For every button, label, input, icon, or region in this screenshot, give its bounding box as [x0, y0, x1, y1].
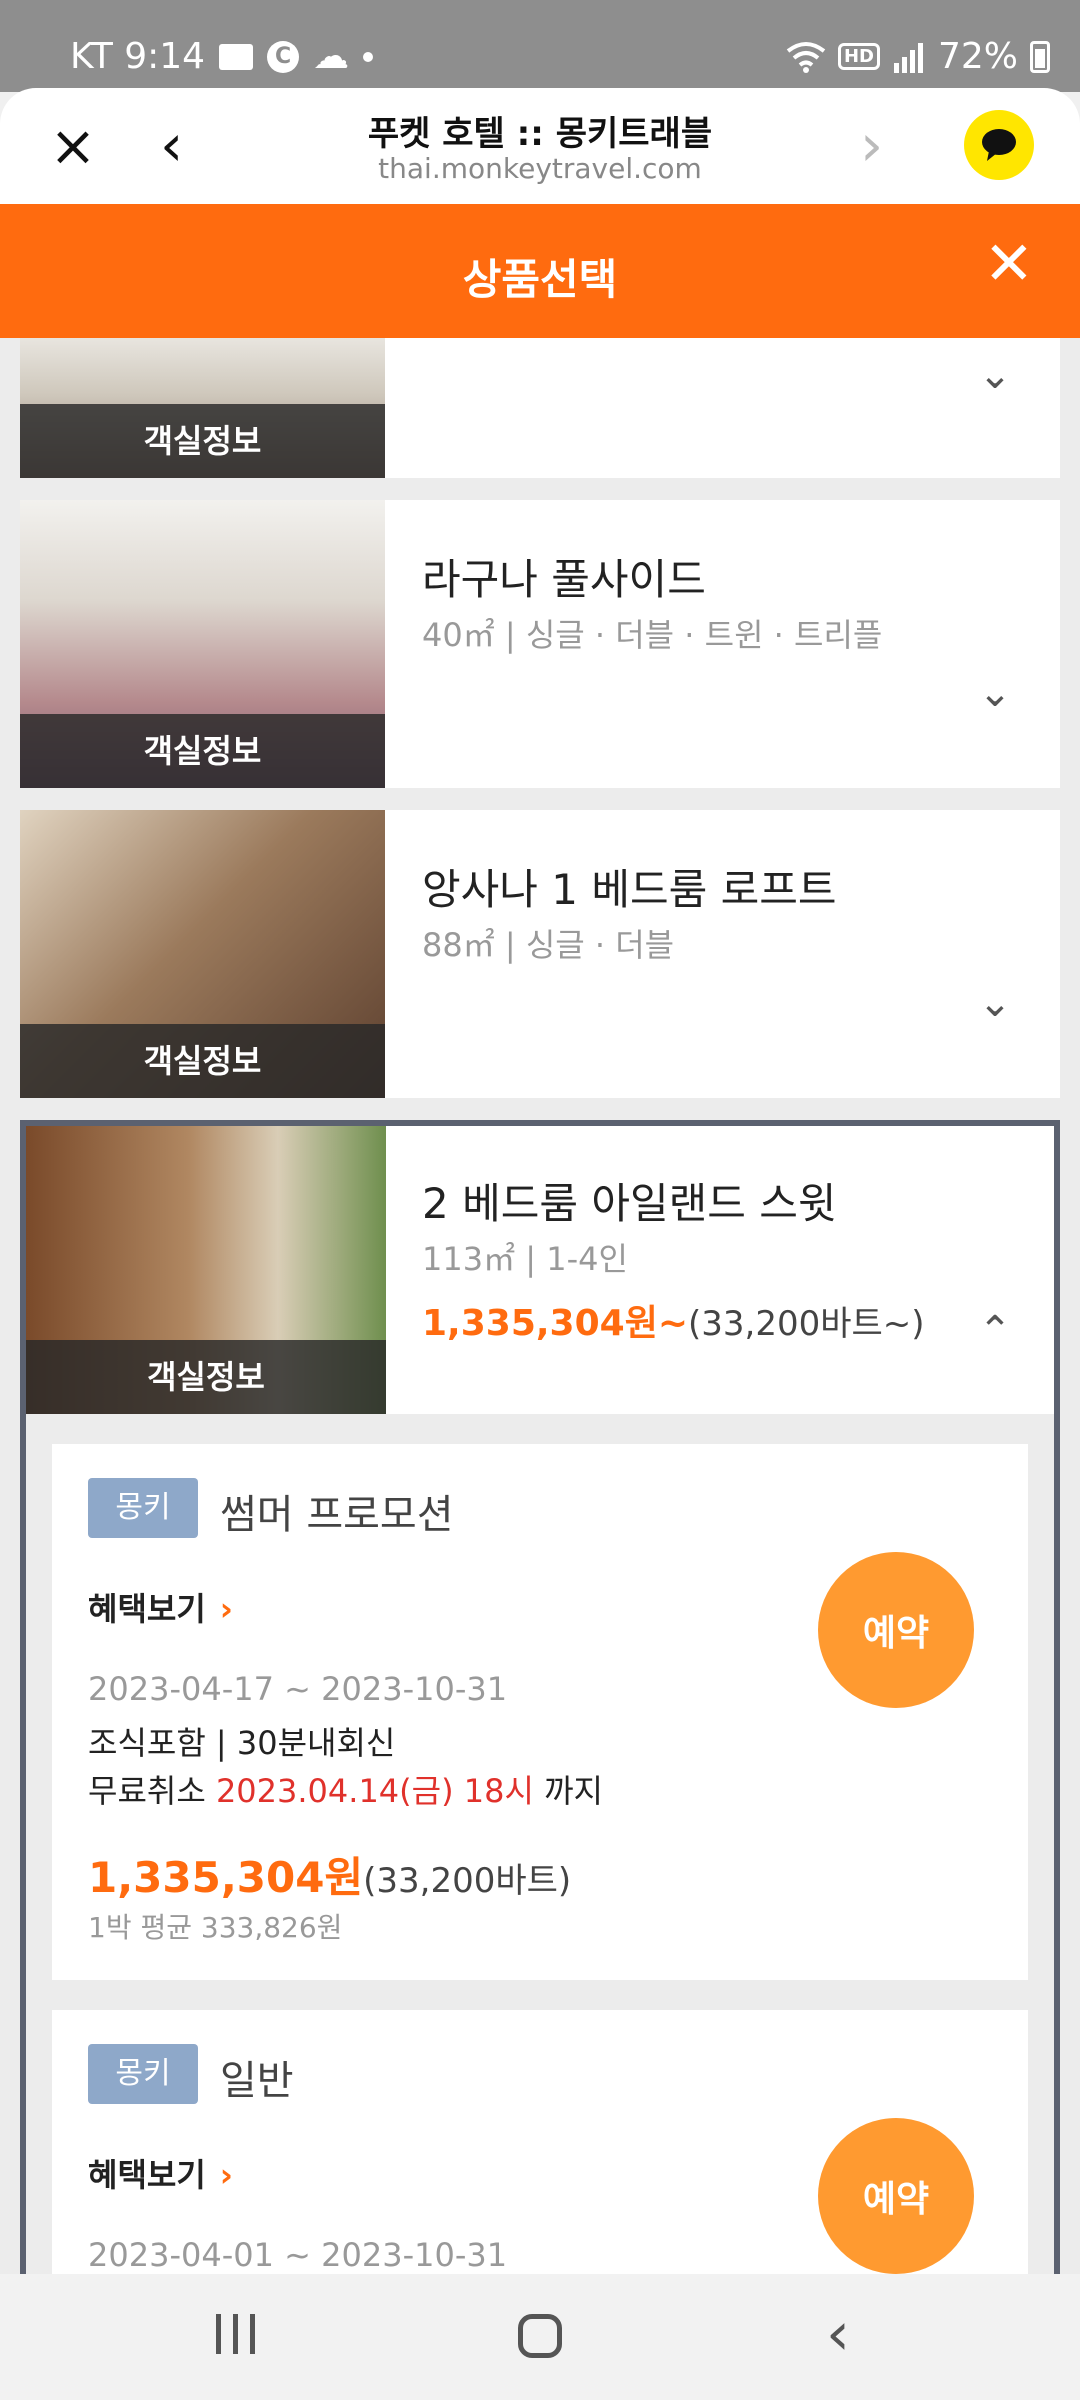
system-nav-bar: ‹ — [0, 2274, 1080, 2400]
room-thumbnail[interactable]: 객실정보 — [20, 500, 385, 788]
chevron-up-icon[interactable]: ⌃ — [970, 1308, 1020, 1358]
cancel-deadline: 2023.04.14(금) 18시 — [215, 1772, 534, 1810]
chevron-right-icon: › — [219, 2156, 233, 2194]
room-spec: 88㎡ | 싱글 · 더블 — [422, 926, 675, 964]
cancel-suffix: 까지 — [533, 1772, 603, 1810]
room-thumbnail[interactable]: 객실정보 — [20, 810, 385, 1098]
room-price: 1,335,304원~(33,200바트~) — [422, 1294, 925, 1346]
monkey-tag: 몽키 — [88, 1478, 198, 1538]
room-info-label[interactable]: 객실정보 — [20, 404, 385, 478]
recent-apps-icon[interactable] — [216, 2314, 255, 2354]
hd-icon: HD — [837, 43, 880, 70]
chevron-down-icon[interactable]: ⌄ — [970, 670, 1020, 720]
back-icon[interactable]: ‹ — [160, 116, 200, 174]
room-card-header[interactable]: 객실정보 2 베드룸 아일랜드 스윗 113㎡ | 1-4인 1,335,304… — [26, 1126, 1054, 1414]
rate-dates: 2023-04-01 ~ 2023-10-31 — [88, 2236, 508, 2274]
room-thumbnail[interactable]: 객실정보 — [26, 1126, 386, 1414]
monkey-tag: 몽키 — [88, 2044, 198, 2104]
room-name: 라구나 풀사이드 — [422, 555, 706, 604]
signal-icon — [893, 42, 923, 73]
reserve-button[interactable]: 예약 — [818, 1552, 974, 1708]
cloud-icon: ☁ — [313, 36, 350, 77]
close-icon[interactable]: ✕ — [984, 234, 1034, 294]
room-info-label[interactable]: 객실정보 — [20, 714, 385, 788]
rate-name: 일반 — [220, 2058, 294, 2104]
room-price-thb: (33,200바트~) — [687, 1304, 925, 1344]
page-url[interactable]: thai.monkeytravel.com — [280, 152, 800, 185]
gallery-icon — [219, 43, 254, 70]
room-name: 2 베드룸 아일랜드 스윗 — [422, 1179, 837, 1228]
expanded-room-card: 객실정보 2 베드룸 아일랜드 스윗 113㎡ | 1-4인 1,335,304… — [20, 1120, 1060, 2274]
dot-icon — [363, 51, 374, 62]
rate-price-krw: 1,335,304원 — [88, 1853, 364, 1902]
rate-option-card: 몽키 썸머 프로모션 혜택보기 › 예약 2023-04-17 ~ 2023-10… — [52, 1444, 1028, 1980]
room-card[interactable]: 객실정보 라구나 풀사이드 40㎡ | 싱글 · 더블 · 트윈 · 트리플 ⌄ — [20, 500, 1060, 788]
cancel-prefix: 무료취소 — [88, 1772, 216, 1810]
browser-bar: × ‹ 푸켓 호텔 :: 몽키트래블 thai.monkeytravel.com… — [0, 88, 1080, 204]
room-spec: 40㎡ | 싱글 · 더블 · 트윈 · 트리플 — [422, 616, 883, 654]
room-card[interactable]: 객실정보 앙사나 1 베드룸 로프트 88㎡ | 싱글 · 더블 ⌄ — [20, 810, 1060, 1098]
status-right: HD 72% — [786, 36, 1050, 77]
free-cancellation: 무료취소 2023.04.14(금) 18시 까지 — [88, 1766, 603, 1812]
room-card[interactable]: 객실정보 ⌄ — [20, 338, 1060, 478]
rate-price-thb: (33,200바트) — [363, 1861, 572, 1901]
rate-price: 1,335,304원(33,200바트) — [88, 1844, 571, 1905]
page-title: 푸켓 호텔 :: 몽키트래블 — [367, 114, 713, 154]
rate-option-card: 몽키 일반 혜택보기 › 예약 2023-04-01 ~ 2023-10-31 — [52, 2010, 1028, 2274]
status-bar: KT 9:14 C ☁ HD 72% — [0, 0, 1080, 92]
back-icon[interactable]: ‹ — [826, 2304, 850, 2364]
carrier-time: KT 9:14 — [70, 36, 206, 77]
home-icon[interactable] — [518, 2314, 562, 2358]
header-title: 상품선택 — [462, 255, 618, 304]
view-benefits-link[interactable]: 혜택보기 › — [88, 2150, 233, 2196]
battery-icon — [1030, 40, 1050, 73]
close-icon[interactable]: × — [48, 119, 98, 175]
room-price-krw: 1,335,304원~ — [422, 1303, 688, 1344]
room-spec: 113㎡ | 1-4인 — [422, 1240, 628, 1278]
product-select-header: 상품선택 ✕ — [0, 204, 1080, 338]
room-info-label[interactable]: 객실정보 — [26, 1340, 386, 1414]
kakaotalk-chat-button[interactable] — [964, 110, 1034, 180]
view-benefits-label: 혜택보기 — [88, 1590, 206, 1628]
view-benefits-link[interactable]: 혜택보기 › — [88, 1584, 233, 1630]
wifi-icon — [786, 41, 826, 73]
rate-dates: 2023-04-17 ~ 2023-10-31 — [88, 1670, 508, 1708]
status-left: KT 9:14 C ☁ — [70, 36, 374, 77]
chevron-down-icon[interactable]: ⌄ — [970, 352, 1020, 402]
chat-bubble-icon — [982, 129, 1016, 161]
reserve-button[interactable]: 예약 — [818, 2118, 974, 2274]
chevron-down-icon[interactable]: ⌄ — [970, 980, 1020, 1030]
battery-percent: 72% — [937, 36, 1018, 77]
c-icon: C — [267, 40, 300, 73]
room-thumbnail[interactable]: 객실정보 — [20, 338, 385, 478]
rate-conditions: 조식포함 | 30분내회신 — [88, 1724, 396, 1762]
forward-icon[interactable]: › — [860, 116, 900, 174]
chevron-right-icon: › — [219, 1590, 233, 1628]
room-name: 앙사나 1 베드룸 로프트 — [422, 865, 837, 914]
room-info-label[interactable]: 객실정보 — [20, 1024, 385, 1098]
rate-name: 썸머 프로모션 — [220, 1492, 454, 1538]
nightly-average: 1박 평균 333,826원 — [88, 1911, 343, 1944]
room-list[interactable]: 객실정보 ⌄ 객실정보 라구나 풀사이드 40㎡ | 싱글 · 더블 · 트윈 … — [0, 338, 1080, 2274]
view-benefits-label: 혜택보기 — [88, 2156, 206, 2194]
